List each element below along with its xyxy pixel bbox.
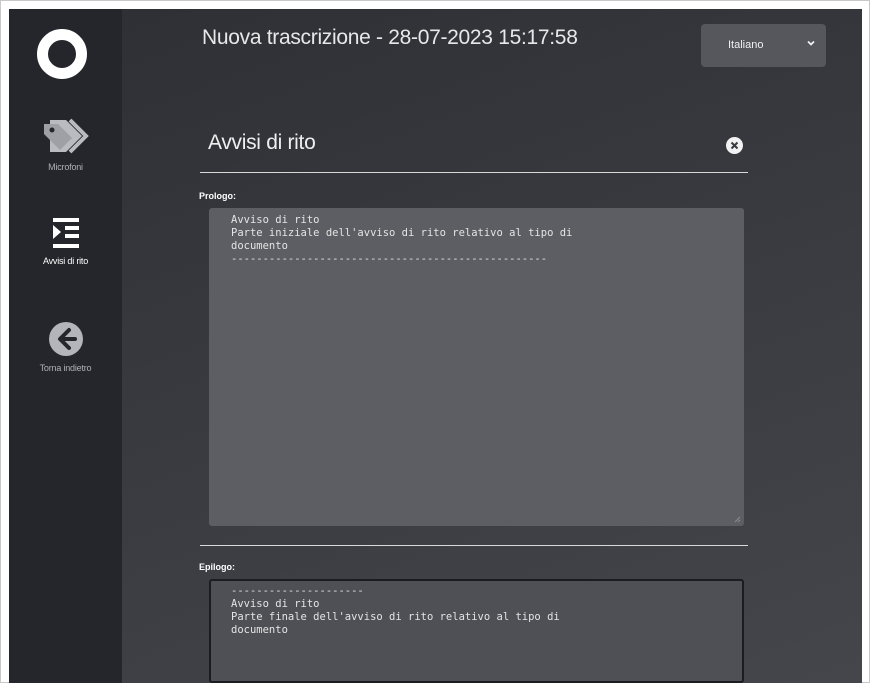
sidebar-item-avvisi-di-rito[interactable]: Avvisi di rito — [9, 216, 122, 266]
main-content: Nuova trascrizione - 28-07-2023 15:17:58… — [122, 9, 862, 683]
language-select-value: Italiano — [728, 39, 764, 51]
close-icon — [730, 141, 739, 150]
sidebar: Microfoni Avvisi di rito Torna indietro — [9, 9, 122, 683]
sidebar-item-microfoni[interactable]: Microfoni — [9, 116, 122, 172]
tag-icon — [43, 118, 89, 154]
list-indent-icon — [52, 218, 79, 248]
app-logo — [37, 29, 87, 79]
close-button[interactable] — [726, 137, 743, 154]
epilogo-textarea[interactable]: --------------------- Avviso di rito Par… — [209, 579, 744, 683]
page-title: Nuova trascrizione - 28-07-2023 15:17:58 — [202, 26, 578, 49]
panel-title: Avvisi di rito — [208, 131, 316, 154]
chevron-down-icon — [807, 40, 815, 46]
sidebar-item-label: Microfoni — [48, 162, 83, 172]
sidebar-item-label: Torna indietro — [39, 363, 92, 373]
sidebar-item-label: Avvisi di rito — [42, 256, 89, 266]
divider — [200, 172, 748, 173]
prologo-textarea[interactable]: Avviso di rito Parte iniziale dell'avvis… — [209, 208, 744, 526]
sidebar-item-torna-indietro[interactable]: Torna indietro — [9, 321, 122, 373]
prologo-label: Prologo: — [199, 191, 236, 201]
language-select[interactable]: Italiano — [701, 24, 826, 67]
arrow-left-circle-icon — [48, 322, 83, 356]
resize-grip-icon[interactable] — [733, 515, 741, 523]
epilogo-label: Epilogo: — [199, 562, 235, 572]
divider — [200, 545, 748, 546]
